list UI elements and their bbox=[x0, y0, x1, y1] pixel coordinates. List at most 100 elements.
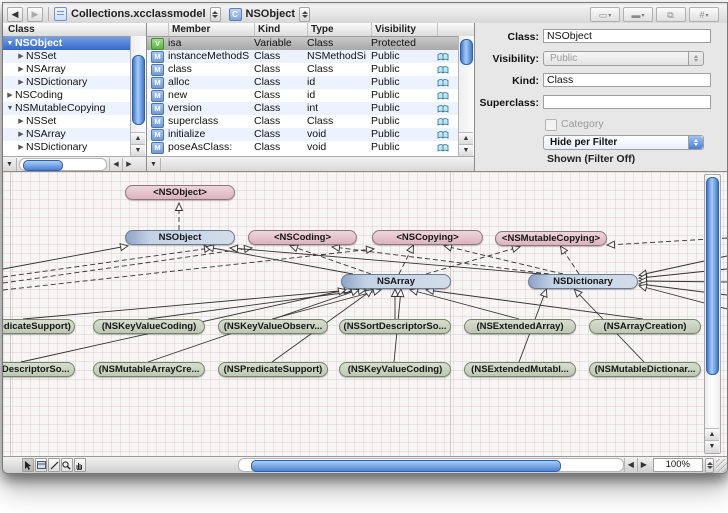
documentation-book-icon[interactable] bbox=[437, 91, 449, 101]
class-tree-row-nsset[interactable]: ▶NSSet bbox=[3, 50, 146, 63]
documentation-book-icon[interactable] bbox=[437, 78, 449, 88]
diagram-node-cat-keyvalueobserving[interactable]: (NSKeyValueObserv... bbox=[218, 319, 328, 334]
disclosure-closed-icon[interactable]: ▶ bbox=[16, 128, 26, 141]
disclosure-closed-icon[interactable]: ▶ bbox=[16, 115, 26, 128]
diagram-hscroll-track[interactable] bbox=[238, 458, 624, 472]
document-name[interactable]: Collections.xcclassmodel bbox=[71, 8, 206, 20]
disclosure-closed-icon[interactable]: ▶ bbox=[16, 63, 26, 76]
disclosure-closed-icon[interactable]: ▶ bbox=[16, 141, 26, 154]
member-row-isa[interactable]: VisaVariableClassProtected bbox=[147, 37, 474, 50]
class-list-scrollbar[interactable]: ▲ ▼ bbox=[130, 36, 146, 157]
diagram-node-proto-nsmutablecopying[interactable]: <NSMutableCopying> bbox=[495, 231, 607, 246]
hscroll-right-icon[interactable]: ▶ bbox=[637, 458, 650, 472]
class-column-header[interactable]: Class bbox=[3, 23, 146, 37]
diagram-node-class-nsobject[interactable]: NSObject bbox=[125, 230, 235, 245]
disclosure-closed-icon[interactable]: ▶ bbox=[16, 50, 26, 63]
document-popup-stepper[interactable] bbox=[210, 7, 221, 22]
node-tool-button[interactable] bbox=[35, 458, 47, 472]
disclosure-open-icon[interactable]: ▼ bbox=[5, 37, 15, 50]
diagram-hscroll-thumb[interactable] bbox=[251, 460, 561, 472]
class-tree-row-nsarray[interactable]: ▶NSArray bbox=[3, 128, 146, 141]
resize-grip[interactable] bbox=[716, 459, 727, 472]
kind-column-header[interactable]: Kind bbox=[255, 23, 308, 36]
class-hscroll-track[interactable] bbox=[19, 158, 107, 171]
disclosure-closed-icon[interactable]: ▶ bbox=[16, 76, 26, 89]
documentation-book-icon[interactable] bbox=[437, 143, 449, 153]
documentation-book-icon[interactable] bbox=[437, 52, 449, 62]
member-row-poseasclass[interactable]: MposeAsClass:ClassvoidPublic bbox=[147, 141, 474, 154]
diagram-node-cat-mutablearraycreation[interactable]: (NSMutableArrayCre... bbox=[93, 362, 205, 377]
documentation-book-icon[interactable] bbox=[437, 130, 449, 140]
member-scrollbar-thumb[interactable] bbox=[460, 39, 473, 65]
documentation-book-icon[interactable] bbox=[437, 65, 449, 75]
filter-popup[interactable]: Hide per Filter bbox=[543, 135, 704, 150]
visibility-popup[interactable]: Public bbox=[543, 51, 704, 66]
line-tool-button[interactable] bbox=[48, 458, 60, 472]
diagram-node-cat-arraycreation[interactable]: (NSArrayCreation) bbox=[589, 319, 701, 334]
class-field[interactable]: NSObject bbox=[543, 29, 711, 43]
diagram-node-cat-extendedarray[interactable]: (NSExtendedArray) bbox=[464, 319, 576, 334]
kind-field[interactable]: Class bbox=[543, 73, 711, 87]
line-style-button[interactable]: ▬▾ bbox=[623, 7, 653, 22]
diagram-node-proto-nsobject[interactable]: <NSObject> bbox=[125, 185, 235, 200]
class-tree-row-nscoding[interactable]: ▶NSCoding bbox=[3, 89, 146, 102]
type-column-header[interactable]: Type bbox=[308, 23, 372, 36]
diagram-vertical-scrollbar[interactable]: ▲ ▼ bbox=[704, 174, 721, 454]
category-checkbox[interactable] bbox=[545, 119, 557, 131]
member-row-new[interactable]: MnewClassidPublic bbox=[147, 89, 474, 102]
hand-tool-button[interactable] bbox=[74, 458, 86, 472]
diagram-node-class-nsarray[interactable]: NSArray bbox=[341, 274, 451, 289]
forward-button[interactable]: ▶ bbox=[27, 7, 43, 22]
class-tree-row-nsmutablecopying[interactable]: ▼NSMutableCopying bbox=[3, 102, 146, 115]
zoom-level-field[interactable]: 100% bbox=[653, 458, 703, 472]
arrow-tool-button[interactable] bbox=[22, 458, 34, 472]
entity-popup-stepper[interactable] bbox=[299, 7, 310, 22]
class-hscroll-thumb[interactable] bbox=[23, 160, 63, 171]
diagram-node-cat-predicatesupport-1[interactable]: (NSPredicateSupport) bbox=[3, 319, 75, 334]
back-button[interactable]: ◀ bbox=[7, 7, 23, 22]
diagram-node-cat-sortdescriptorsort-1[interactable]: (NSSortDescriptorSo... bbox=[339, 319, 451, 334]
member-list-scrollbar[interactable]: ▲ ▼ bbox=[458, 36, 474, 157]
diagram-canvas[interactable]: ▲ ▼ <NSObject> NSObject <NSCoding> <NSCopyi… bbox=[3, 171, 727, 457]
zoom-tool-button[interactable] bbox=[61, 458, 73, 472]
member-column-header[interactable]: Member bbox=[169, 23, 255, 36]
class-scrollbar-thumb[interactable] bbox=[132, 55, 145, 125]
hscroll-left-icon[interactable]: ◀ bbox=[624, 458, 637, 472]
visibility-column-header[interactable]: Visibility bbox=[372, 23, 438, 36]
diagram-node-cat-sortdescriptorsort-2[interactable]: (NSSortDescriptorSo... bbox=[3, 362, 75, 377]
member-row-superclass[interactable]: MsuperclassClassClassPublic bbox=[147, 115, 474, 128]
diagram-node-class-nsdictionary[interactable]: NSDictionary bbox=[528, 274, 638, 289]
diagram-node-cat-extendedmutable[interactable]: (NSExtendedMutabl... bbox=[464, 362, 576, 377]
badge-column-header[interactable] bbox=[147, 23, 169, 36]
documentation-book-icon[interactable] bbox=[437, 104, 449, 114]
class-tree-row-nsdictionary[interactable]: ▶NSDictionary bbox=[3, 141, 146, 154]
annotation-button[interactable]: ▭▾ bbox=[590, 7, 620, 22]
member-row-class[interactable]: MclassClassClassPublic bbox=[147, 63, 474, 76]
hscroll-left-icon[interactable]: ◀ bbox=[109, 158, 122, 171]
entity-name[interactable]: NSObject bbox=[246, 8, 296, 20]
scroll-down-icon[interactable]: ▼ bbox=[705, 440, 719, 453]
diagram-node-cat-predicatesupport-2[interactable]: (NSPredicateSupport) bbox=[218, 362, 328, 377]
class-tree-row-nsarray[interactable]: ▶NSArray bbox=[3, 63, 146, 76]
copy-button[interactable]: ⧉ bbox=[656, 7, 686, 22]
class-tree-row-nsset[interactable]: ▶NSSet bbox=[3, 115, 146, 128]
column-options-button[interactable]: ▼ bbox=[3, 158, 17, 171]
diagram-node-proto-nscopying[interactable]: <NSCopying> bbox=[372, 230, 483, 245]
member-row-initialize[interactable]: MinitializeClassvoidPublic bbox=[147, 128, 474, 141]
class-tree-row-nsobject[interactable]: ▼NSObject bbox=[3, 37, 146, 50]
diagram-node-cat-mutabledictionary[interactable]: (NSMutableDictionar... bbox=[589, 362, 701, 377]
member-row-alloc[interactable]: MallocClassidPublic bbox=[147, 76, 474, 89]
diagram-node-cat-keyvaluecoding-1[interactable]: (NSKeyValueCoding) bbox=[93, 319, 205, 334]
documentation-book-icon[interactable] bbox=[437, 117, 449, 127]
diagram-node-cat-keyvaluecoding-2[interactable]: (NSKeyValueCoding) bbox=[339, 362, 451, 377]
class-tree-row-nsdictionary[interactable]: ▶NSDictionary bbox=[3, 76, 146, 89]
hscroll-right-icon[interactable]: ▶ bbox=[122, 158, 135, 171]
disclosure-closed-icon[interactable]: ▶ bbox=[5, 89, 15, 102]
member-row-version[interactable]: MversionClassintPublic bbox=[147, 102, 474, 115]
superclass-field[interactable] bbox=[543, 95, 711, 109]
diagram-node-proto-nscoding[interactable]: <NSCoding> bbox=[248, 230, 357, 245]
number-button[interactable]: #▾ bbox=[689, 7, 719, 22]
disclosure-open-icon[interactable]: ▼ bbox=[5, 102, 15, 115]
member-row-instancemethods[interactable]: MinstanceMethodSClassNSMethodSiPublic bbox=[147, 50, 474, 63]
diagram-scrollbar-thumb[interactable] bbox=[706, 177, 719, 375]
